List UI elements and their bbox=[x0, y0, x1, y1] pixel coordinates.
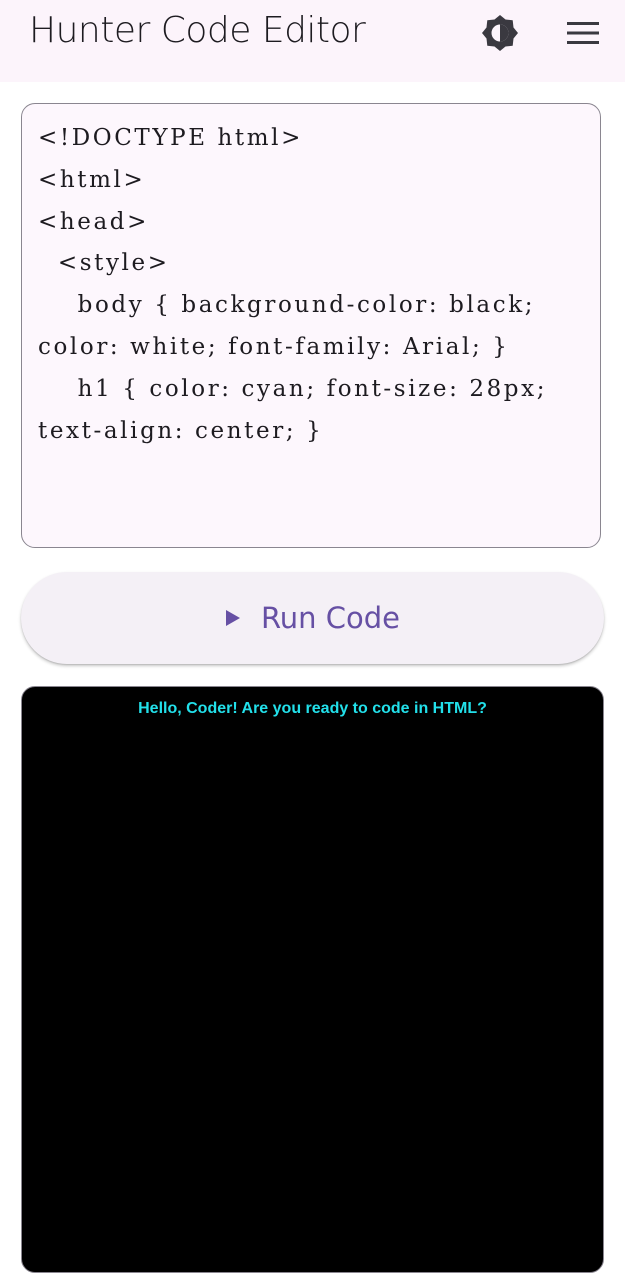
code-text[interactable]: <!DOCTYPE html> <html> <head> <style> bo… bbox=[38, 118, 588, 452]
output-preview: Hello, Coder! Are you ready to code in H… bbox=[21, 686, 604, 1273]
app-bar: Hunter Code Editor bbox=[0, 0, 625, 82]
play-icon bbox=[225, 609, 241, 627]
theme-toggle-button[interactable] bbox=[476, 9, 524, 57]
menu-button[interactable] bbox=[559, 9, 607, 57]
run-code-label: Run Code bbox=[260, 601, 401, 635]
hamburger-menu-icon bbox=[567, 22, 599, 44]
app-title: Hunter Code Editor bbox=[29, 10, 366, 51]
run-code-button[interactable]: Run Code bbox=[21, 572, 604, 664]
brightness-contrast-icon bbox=[482, 15, 518, 51]
code-editor[interactable]: <!DOCTYPE html> <html> <head> <style> bo… bbox=[21, 103, 601, 548]
preview-heading: Hello, Coder! Are you ready to code in H… bbox=[138, 700, 487, 717]
